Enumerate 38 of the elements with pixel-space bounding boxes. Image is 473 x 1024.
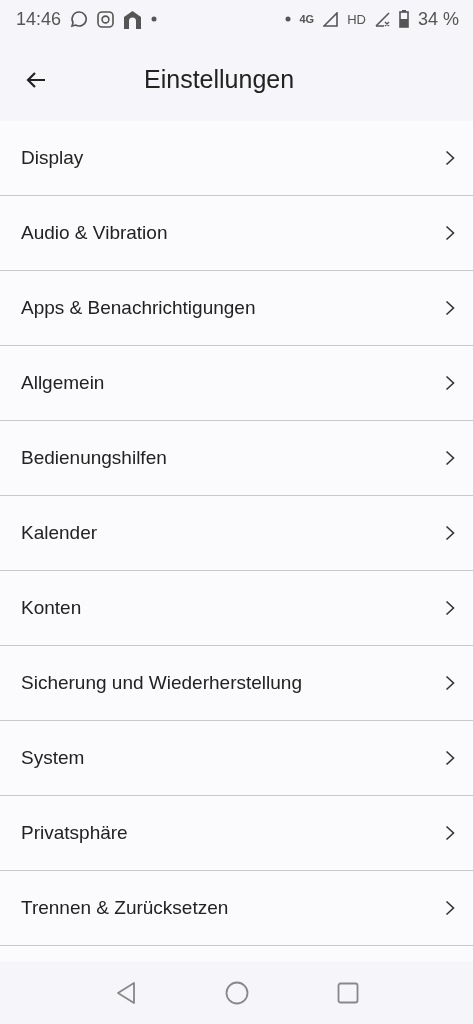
battery-percent: 34 % (417, 8, 459, 30)
chevron-icon (445, 375, 455, 391)
status-time: 14:46 (16, 8, 62, 30)
settings-item[interactable]: Sicherung und Wiederherstellung (0, 646, 473, 721)
settings-item[interactable]: Konten (0, 571, 473, 646)
chat-bubble-icon (70, 10, 89, 28)
settings-item[interactable]: Apps & Benachrichtigungen (0, 271, 473, 346)
chevron-icon (445, 675, 455, 691)
arch-icon (123, 9, 143, 29)
chevron-icon (445, 825, 455, 841)
chevron-icon (445, 450, 455, 466)
hd-label: HD (347, 11, 366, 27)
chevron-icon (445, 300, 455, 316)
dot-icon (151, 16, 158, 22)
settings-item[interactable]: Bedienungshilfen (0, 421, 473, 496)
chevron-icon (445, 600, 455, 616)
settings-item[interactable]: Audio & Vibration (0, 196, 473, 271)
signal-icon (323, 11, 339, 27)
chevron-icon (445, 750, 455, 766)
settings-item[interactable]: Allgemein (0, 346, 473, 421)
camera-icon (97, 10, 115, 28)
home-nav-button[interactable] (224, 981, 249, 1005)
back-nav-button[interactable] (114, 981, 137, 1005)
signal-icon (374, 11, 390, 27)
chevron-icon (445, 225, 455, 241)
chevron-icon (445, 150, 455, 166)
settings-item[interactable]: Trennen & Zurücksetzen (0, 871, 473, 946)
page-title: Einstellungen (144, 65, 295, 94)
settings-item[interactable]: Privatsphäre (0, 796, 473, 871)
recents-nav-button[interactable] (336, 982, 359, 1004)
settings-item[interactable]: System (0, 721, 473, 796)
chevron-icon (445, 900, 455, 916)
settings-item[interactable]: Kalender (0, 496, 473, 571)
network-label: 4G (299, 13, 315, 25)
dot-icon (284, 16, 291, 22)
battery-icon (398, 10, 409, 28)
settings-item[interactable]: Display (0, 121, 473, 196)
chevron-icon (445, 525, 455, 541)
